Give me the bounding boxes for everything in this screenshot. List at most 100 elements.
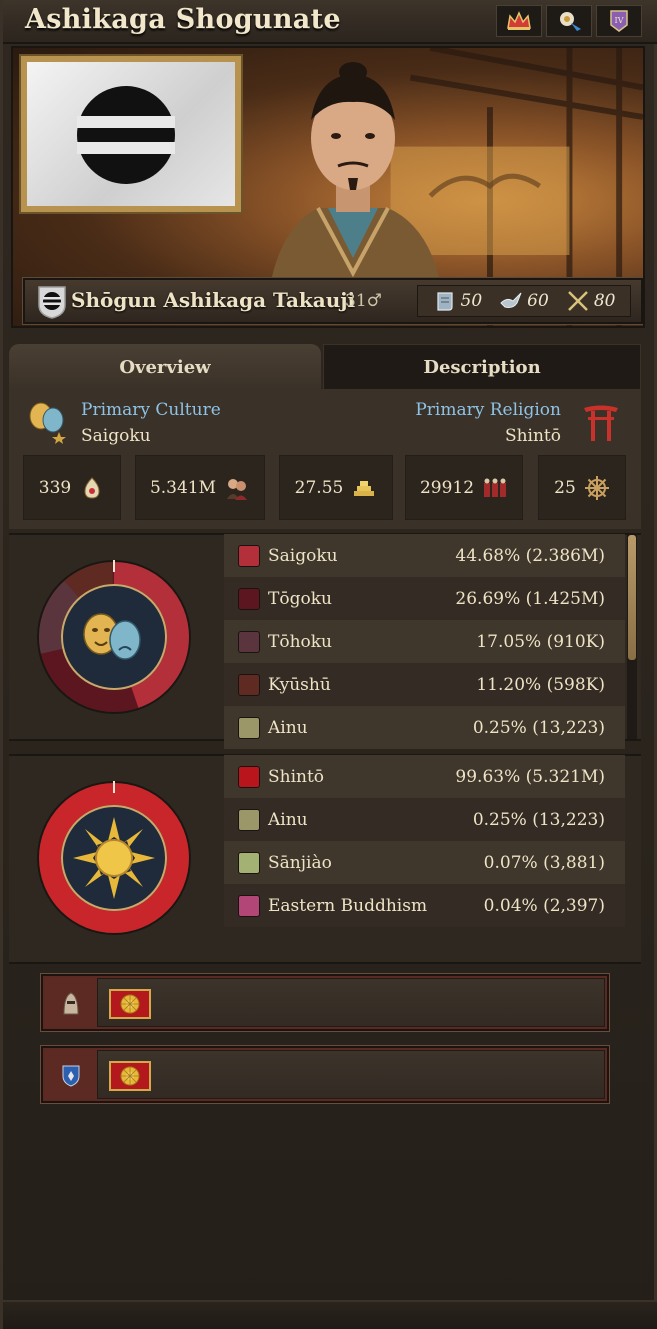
estate-bar-track [97, 1050, 605, 1099]
religion-row[interactable]: Eastern Buddhism 0.04% (2,397) [224, 884, 625, 927]
primary-religion-value[interactable]: Shintō [505, 426, 561, 446]
culture-color-swatch [238, 544, 260, 567]
svg-text:IV: IV [615, 16, 624, 25]
primary-religion-label: Primary Religion [415, 400, 561, 420]
stat-population-value: 5.341M [149, 477, 217, 498]
imperial-chrysanthemum-icon[interactable] [109, 1061, 151, 1091]
administrative-scroll-icon [436, 292, 453, 311]
religion-row[interactable]: Shintō 99.63% (5.321M) [224, 755, 625, 798]
culture-name: Kyūshū [268, 674, 331, 695]
country-window: Ashikaga Shogunate IV Shōgun Ashikaga Ta… [0, 0, 657, 1329]
religion-percentage: 0.07% (3,881) [483, 852, 605, 873]
culture-row[interactable]: Kyūshū 11.20% (598K) [224, 663, 625, 706]
mon-stripe [77, 116, 175, 128]
army-icon [484, 478, 507, 497]
scrollbar-thumb[interactable] [628, 535, 636, 660]
advisor-icon[interactable] [546, 5, 592, 37]
ashikaga-mon-emblem [77, 86, 175, 184]
religion-name: Eastern Buddhism [268, 895, 428, 916]
religion-row[interactable]: Sānjiào 0.07% (3,881) [224, 841, 625, 884]
stat-locations[interactable]: 339 [23, 455, 121, 520]
rank-badge-icon[interactable]: IV [596, 5, 642, 37]
stat-treasury[interactable]: 27.55 [279, 455, 393, 520]
stat-treasury-value: 27.55 [294, 477, 344, 498]
culture-percentage: 0.25% (13,223) [472, 717, 605, 738]
ruler-name[interactable]: Shōgun Ashikaga Takauji [71, 288, 355, 312]
culture-row[interactable]: Saigoku 44.68% (2.386M) [224, 534, 625, 577]
culture-row[interactable]: Ainu 0.25% (13,223) [224, 706, 625, 749]
culture-list-scrollbar[interactable] [627, 535, 637, 739]
stat-population[interactable]: 5.341M [135, 455, 265, 520]
culture-color-swatch [238, 716, 260, 739]
stat-navy[interactable]: 25 [538, 455, 626, 520]
culture-percentage: 17.05% (910K) [476, 631, 605, 652]
estate-bar-nobility[interactable] [41, 974, 609, 1031]
religion-name: Ainu [268, 809, 308, 830]
religion-percentage: 0.04% (2,397) [483, 895, 605, 916]
population-icon [227, 478, 248, 500]
culture-color-swatch [238, 587, 260, 610]
knight-helmet-icon [45, 978, 97, 1027]
culture-name: Saigoku [268, 545, 338, 566]
skill-administrative-value: 50 [460, 291, 483, 311]
religion-name: Shintō [268, 766, 325, 787]
coat-of-arms-flag[interactable] [21, 56, 241, 212]
title-icon-group: IV [496, 5, 642, 37]
primary-culture-value[interactable]: Saigoku [81, 426, 151, 446]
navy-wheel-icon [584, 475, 609, 500]
culture-list: Saigoku 44.68% (2.386M) Tōgoku 26.69% (1… [224, 534, 625, 749]
culture-name: Ainu [268, 717, 308, 738]
skill-diplomatic[interactable]: 60 [499, 289, 549, 313]
culture-masks-icon [29, 402, 66, 444]
culture-row[interactable]: Tōgoku 26.69% (1.425M) [224, 577, 625, 620]
stat-army-value: 29912 [419, 477, 475, 498]
ruler-info-bar: Shōgun Ashikaga Takauji 31♂ 50 60 80 [23, 278, 643, 324]
skill-administrative[interactable]: 50 [433, 289, 483, 313]
culture-row[interactable]: Tōhoku 17.05% (910K) [224, 620, 625, 663]
crown-icon[interactable] [496, 5, 542, 37]
religion-percentage: 99.63% (5.321M) [455, 766, 605, 787]
torii-gate-icon [584, 405, 618, 441]
mon-stripe [77, 142, 175, 154]
skill-military-value: 80 [593, 291, 616, 311]
culture-percentage: 11.20% (598K) [476, 674, 605, 695]
religion-name: Sānjiào [268, 852, 332, 873]
culture-percentage: 26.69% (1.425M) [455, 588, 605, 609]
religion-color-swatch [238, 851, 260, 874]
stat-navy-value: 25 [554, 477, 576, 498]
country-title: Ashikaga Shogunate [25, 4, 341, 35]
ruler-portrait-area: Shōgun Ashikaga Takauji 31♂ 50 60 80 [11, 46, 645, 328]
religion-color-swatch [238, 808, 260, 831]
gender-icon: ♂ [366, 291, 382, 311]
location-icon [84, 476, 100, 499]
primary-culture-label: Primary Culture [81, 400, 221, 420]
estate-bar-track [97, 978, 605, 1027]
shield-crest-icon [45, 1050, 97, 1099]
culture-percentage: 44.68% (2.386M) [455, 545, 605, 566]
tab-overview[interactable]: Overview [9, 344, 321, 390]
religion-list: Shintō 99.63% (5.321M) Ainu 0.25% (13,22… [224, 755, 625, 927]
gold-icon [354, 480, 375, 496]
stat-army[interactable]: 29912 [405, 455, 523, 520]
tab-bar: Overview Description [9, 344, 641, 390]
skill-military[interactable]: 80 [566, 289, 616, 313]
ruler-skills: 50 60 80 [417, 285, 631, 317]
religion-ring-chart[interactable] [35, 779, 193, 937]
title-bar: Ashikaga Shogunate IV [3, 0, 657, 44]
ruler-age-value: 31 [345, 291, 367, 311]
window-bottom-edge [3, 1300, 657, 1329]
religion-color-swatch [238, 894, 260, 917]
tab-description[interactable]: Description [323, 344, 641, 390]
diplomatic-dove-icon [500, 292, 522, 308]
religion-row[interactable]: Ainu 0.25% (13,223) [224, 798, 625, 841]
estate-bar-clergy[interactable] [41, 1046, 609, 1103]
religion-percentage: 0.25% (13,223) [472, 809, 605, 830]
imperial-chrysanthemum-icon[interactable] [109, 989, 151, 1019]
culture-color-swatch [238, 630, 260, 653]
culture-name: Tōhoku [268, 631, 333, 652]
religion-color-swatch [238, 765, 260, 788]
ruler-figure[interactable] [258, 58, 448, 298]
stat-locations-value: 339 [38, 477, 72, 498]
ruler-shield-icon[interactable] [37, 285, 67, 319]
culture-ring-chart[interactable] [35, 558, 193, 716]
